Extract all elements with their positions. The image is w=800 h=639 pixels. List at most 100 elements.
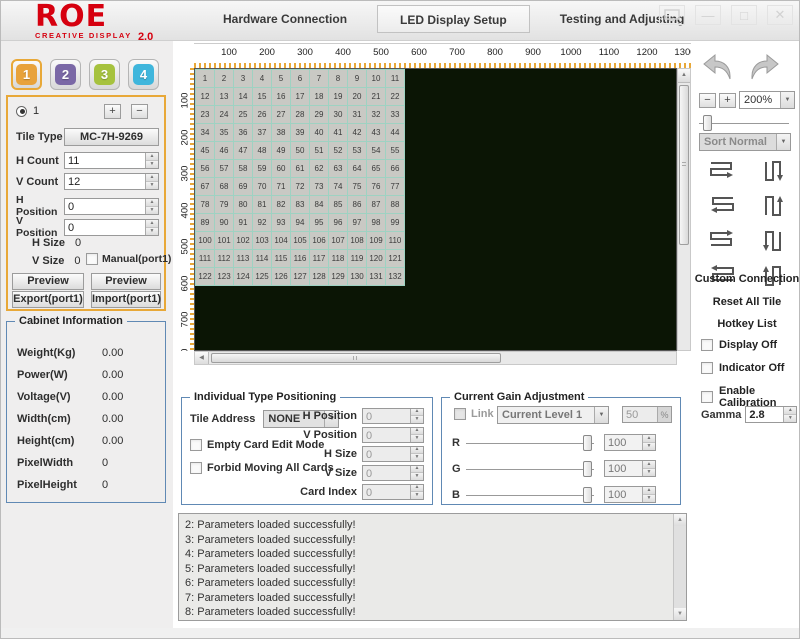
scroll-up-icon[interactable]: ▲ (674, 514, 686, 526)
tile-cell[interactable]: 95 (310, 214, 329, 232)
tile-cell[interactable]: 13 (215, 88, 234, 106)
link-checkbox[interactable] (454, 408, 466, 420)
tile-cell[interactable]: 76 (367, 178, 386, 196)
tile-cell[interactable]: 8 (329, 70, 348, 88)
tile-cell[interactable]: 57 (215, 160, 234, 178)
serpentine-h-left-down-icon[interactable] (708, 194, 736, 221)
tile-cell[interactable]: 90 (215, 214, 234, 232)
tile-cell[interactable]: 100 (196, 232, 215, 250)
tile-cell[interactable]: 30 (329, 106, 348, 124)
tile-cell[interactable]: 38 (272, 124, 291, 142)
tile-cell[interactable]: 49 (272, 142, 291, 160)
tile-cell[interactable]: 91 (234, 214, 253, 232)
add-button[interactable]: + (104, 104, 121, 119)
preview-button-2[interactable]: Preview (91, 273, 161, 290)
tile-cell[interactable]: 93 (272, 214, 291, 232)
tile-cell[interactable]: 48 (253, 142, 272, 160)
tile-cell[interactable]: 119 (348, 250, 367, 268)
tile-cell[interactable]: 78 (196, 196, 215, 214)
tile-cell[interactable]: 124 (234, 268, 253, 286)
tile-cell[interactable]: 1 (196, 70, 215, 88)
tile-cell[interactable]: 53 (348, 142, 367, 160)
display-canvas[interactable]: 1234567891011121314151617181920212223242… (194, 68, 677, 351)
tile-cell[interactable]: 52 (329, 142, 348, 160)
tile-cell[interactable]: 103 (253, 232, 272, 250)
tile-cell[interactable]: 126 (272, 268, 291, 286)
forbid-moving-all-cards-checkbox[interactable] (190, 462, 202, 474)
tile-cell[interactable]: 65 (367, 160, 386, 178)
tile-cell[interactable]: 117 (310, 250, 329, 268)
tile-cell[interactable]: 54 (367, 142, 386, 160)
minimize-button[interactable]: — (695, 5, 721, 25)
tile-cell[interactable]: 96 (329, 214, 348, 232)
tab-led-display-setup[interactable]: LED Display Setup (377, 5, 530, 33)
reset-all-tile-button[interactable]: Reset All Tile (693, 296, 800, 308)
undo-arrow-icon[interactable] (701, 53, 735, 84)
slider-thumb[interactable] (583, 487, 592, 503)
tile-cell[interactable]: 40 (310, 124, 329, 142)
tile-cell[interactable]: 68 (215, 178, 234, 196)
tile-cell[interactable]: 12 (196, 88, 215, 106)
tile-cell[interactable]: 89 (196, 214, 215, 232)
tile-cell[interactable]: 70 (253, 178, 272, 196)
tile-cell[interactable]: 58 (234, 160, 253, 178)
slider-thumb[interactable] (703, 115, 712, 131)
tile-type-button[interactable]: MC-7H-9269 (64, 128, 159, 146)
tile-cell[interactable]: 59 (253, 160, 272, 178)
remove-button[interactable]: − (131, 104, 148, 119)
tile-cell[interactable]: 19 (329, 88, 348, 106)
tile-cell[interactable]: 108 (348, 232, 367, 250)
tile-cell[interactable]: 43 (367, 124, 386, 142)
tile-cell[interactable]: 74 (329, 178, 348, 196)
tile-cell[interactable]: 114 (253, 250, 272, 268)
tile-cell[interactable]: 24 (215, 106, 234, 124)
v-position-spinner[interactable]: 0▲▼ (64, 219, 159, 236)
tile-cell[interactable]: 111 (196, 250, 215, 268)
tile-cell[interactable]: 77 (386, 178, 405, 196)
r-gain-slider[interactable] (466, 435, 594, 451)
manual-port1-checkbox[interactable] (86, 253, 98, 265)
serpentine-v-down-left-icon[interactable] (762, 229, 784, 256)
monitor-icon[interactable] (659, 5, 685, 25)
tile-cell[interactable]: 81 (253, 196, 272, 214)
current-level-dropdown[interactable]: Current Level 1 ▼ (497, 406, 609, 424)
tile-cell[interactable]: 46 (215, 142, 234, 160)
sort-mode-dropdown[interactable]: Sort Normal ▼ (699, 133, 791, 151)
tile-cell[interactable]: 6 (291, 70, 310, 88)
tile-cell[interactable]: 62 (310, 160, 329, 178)
h-count-spinner[interactable]: 11▲▼ (64, 152, 159, 169)
tile-cell[interactable]: 112 (215, 250, 234, 268)
tile-cell[interactable]: 31 (348, 106, 367, 124)
tile-cell[interactable]: 9 (348, 70, 367, 88)
log-scrollbar[interactable]: ▲ ▼ (673, 514, 686, 620)
tile-cell[interactable]: 115 (272, 250, 291, 268)
preview-button-1[interactable]: Preview (12, 273, 84, 290)
tile-cell[interactable]: 37 (253, 124, 272, 142)
serpentine-v-up-right-icon[interactable] (762, 194, 784, 221)
port-tab-4[interactable]: 4 (128, 59, 159, 90)
tile-cell[interactable]: 71 (272, 178, 291, 196)
gain-percent-field[interactable]: 50 % (622, 406, 672, 423)
field-spinner[interactable]: 0▲▼ (362, 408, 424, 424)
tile-cell[interactable]: 131 (367, 268, 386, 286)
export-port1-button[interactable]: Export(port1) (12, 291, 84, 308)
custom-connection-button[interactable]: Custom Connection (693, 273, 800, 285)
g-gain-spinner[interactable]: 100▲▼ (604, 460, 656, 477)
canvas-horizontal-scrollbar[interactable]: ◀ (194, 351, 677, 365)
tile-cell[interactable]: 22 (386, 88, 405, 106)
tile-cell[interactable]: 97 (348, 214, 367, 232)
tile-cell[interactable]: 32 (367, 106, 386, 124)
tile-cell[interactable]: 27 (272, 106, 291, 124)
tile-cell[interactable]: 104 (272, 232, 291, 250)
tile-cell[interactable]: 130 (348, 268, 367, 286)
tile-cell[interactable]: 105 (291, 232, 310, 250)
message-log[interactable]: 2: Parameters loaded successfully!3: Par… (178, 513, 687, 621)
tile-cell[interactable]: 63 (329, 160, 348, 178)
tile-cell[interactable]: 122 (196, 268, 215, 286)
port-radio[interactable] (16, 106, 27, 117)
g-gain-slider[interactable] (466, 461, 594, 477)
scroll-left-icon[interactable]: ◀ (195, 352, 209, 364)
serpentine-v-down-right-icon[interactable] (762, 159, 784, 186)
tile-cell[interactable]: 50 (291, 142, 310, 160)
tile-cell[interactable]: 125 (253, 268, 272, 286)
